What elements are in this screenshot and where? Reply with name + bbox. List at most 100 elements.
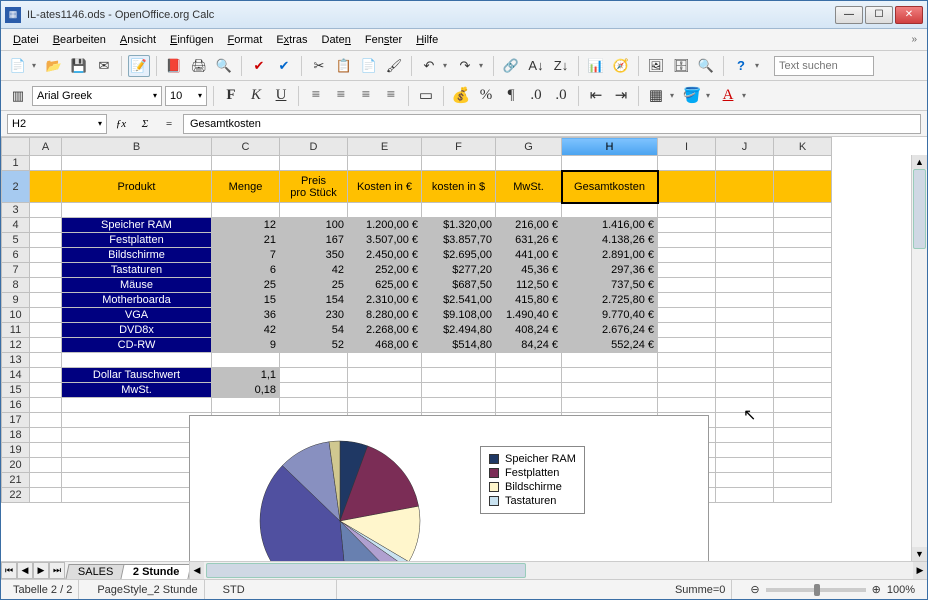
cell-G3[interactable]: [496, 203, 562, 218]
cell-B4[interactable]: Speicher RAM: [62, 218, 212, 233]
cell-H1[interactable]: [562, 156, 658, 171]
zoom-icon[interactable]: 🔍: [695, 55, 717, 77]
font-size-select[interactable]: 10▾: [165, 86, 207, 106]
menu-einfuegen[interactable]: Einfügen: [164, 32, 219, 48]
cell-F13[interactable]: [422, 353, 496, 368]
cell-D8[interactable]: 25: [280, 278, 348, 293]
cell-H9[interactable]: 2.725,80 €: [562, 293, 658, 308]
italic-button[interactable]: K: [245, 85, 267, 107]
cell-G7[interactable]: 45,36 €: [496, 263, 562, 278]
fontcolor-dropdown[interactable]: ▾: [742, 91, 750, 100]
cell-G10[interactable]: 1.490,40 €: [496, 308, 562, 323]
cell-A1[interactable]: [30, 156, 62, 171]
vscroll-thumb[interactable]: [913, 169, 926, 249]
row-header-17[interactable]: 17: [2, 413, 30, 428]
cell-I1[interactable]: [658, 156, 716, 171]
merge-cells-icon[interactable]: ▭: [415, 85, 437, 107]
number-std-icon[interactable]: ¶: [500, 85, 522, 107]
cell-K19[interactable]: [774, 443, 832, 458]
cell-K22[interactable]: [774, 488, 832, 503]
cell-J13[interactable]: [716, 353, 774, 368]
cell-B12[interactable]: CD-RW: [62, 338, 212, 353]
add-decimal-icon[interactable]: .0: [525, 85, 547, 107]
row-header-2[interactable]: 2: [2, 171, 30, 203]
cell-J19[interactable]: [716, 443, 774, 458]
col-header-B[interactable]: B: [62, 138, 212, 156]
menu-extras[interactable]: Extras: [270, 32, 313, 48]
row-header-18[interactable]: 18: [2, 428, 30, 443]
save-icon[interactable]: 💾: [68, 55, 90, 77]
help-dropdown[interactable]: ▾: [755, 61, 763, 70]
col-header-E[interactable]: E: [348, 138, 422, 156]
cell-G8[interactable]: 112,50 €: [496, 278, 562, 293]
chart-icon[interactable]: 📊: [585, 55, 607, 77]
cell-E4[interactable]: 1.200,00 €: [348, 218, 422, 233]
cell-C15[interactable]: 0,18: [212, 383, 280, 398]
cell-H16[interactable]: [562, 398, 658, 413]
new-dropdown[interactable]: ▾: [32, 61, 40, 70]
cell-H10[interactable]: 9.770,40 €: [562, 308, 658, 323]
cell-A20[interactable]: [30, 458, 62, 473]
tab-first-icon[interactable]: ⏮: [1, 562, 17, 579]
undo-icon[interactable]: ↶: [418, 55, 440, 77]
status-mode[interactable]: STD: [217, 580, 337, 599]
menu-daten[interactable]: Daten: [316, 32, 357, 48]
navigator-icon[interactable]: 🧭: [610, 55, 632, 77]
cell-H8[interactable]: 737,50 €: [562, 278, 658, 293]
header-cell-F[interactable]: kosten in $: [422, 171, 496, 203]
decrease-indent-icon[interactable]: ⇤: [585, 85, 607, 107]
cell-F16[interactable]: [422, 398, 496, 413]
cell-E5[interactable]: 3.507,00 €: [348, 233, 422, 248]
cell-B11[interactable]: DVD8x: [62, 323, 212, 338]
copy-icon[interactable]: 📋: [333, 55, 355, 77]
sheet-tab-sales[interactable]: SALES: [65, 564, 126, 579]
cell-I16[interactable]: [658, 398, 716, 413]
gallery-icon[interactable]: 🖼: [645, 55, 667, 77]
sort-desc-icon[interactable]: Z↓: [550, 55, 572, 77]
remove-decimal-icon[interactable]: .0: [550, 85, 572, 107]
cell-J1[interactable]: [716, 156, 774, 171]
cell-F12[interactable]: $514,80: [422, 338, 496, 353]
cell-C12[interactable]: 9: [212, 338, 280, 353]
bgcolor-dropdown[interactable]: ▾: [706, 91, 714, 100]
cell-J21[interactable]: [716, 473, 774, 488]
cell-D11[interactable]: 54: [280, 323, 348, 338]
cell-C6[interactable]: 7: [212, 248, 280, 263]
currency-icon[interactable]: 💰: [450, 85, 472, 107]
cell-H5[interactable]: 4.138,26 €: [562, 233, 658, 248]
row-header-8[interactable]: 8: [2, 278, 30, 293]
styles-icon[interactable]: ▥: [7, 85, 29, 107]
cell-H12[interactable]: 552,24 €: [562, 338, 658, 353]
cell-G12[interactable]: 84,24 €: [496, 338, 562, 353]
cell-D9[interactable]: 154: [280, 293, 348, 308]
cell-A3[interactable]: [30, 203, 62, 218]
cell-K13[interactable]: [774, 353, 832, 368]
borders-dropdown[interactable]: ▾: [670, 91, 678, 100]
cell-C7[interactable]: 6: [212, 263, 280, 278]
cell-E12[interactable]: 468,00 €: [348, 338, 422, 353]
scroll-right-icon[interactable]: ▶: [913, 562, 927, 579]
col-header-H[interactable]: H: [562, 138, 658, 156]
cell-B15[interactable]: MwSt.: [62, 383, 212, 398]
col-header-J[interactable]: J: [716, 138, 774, 156]
row-header-3[interactable]: 3: [2, 203, 30, 218]
cell-C5[interactable]: 21: [212, 233, 280, 248]
cell-E16[interactable]: [348, 398, 422, 413]
fontcolor-icon[interactable]: A: [717, 85, 739, 107]
cell-G5[interactable]: 631,26 €: [496, 233, 562, 248]
row-header-12[interactable]: 12: [2, 338, 30, 353]
maximize-button[interactable]: ☐: [865, 6, 893, 24]
datasources-icon[interactable]: 🗄: [670, 55, 692, 77]
cell-J17[interactable]: [716, 413, 774, 428]
col-header-D[interactable]: D: [280, 138, 348, 156]
open-icon[interactable]: 📂: [43, 55, 65, 77]
cell-C8[interactable]: 25: [212, 278, 280, 293]
cell-A16[interactable]: [30, 398, 62, 413]
cell-A22[interactable]: [30, 488, 62, 503]
help-icon[interactable]: ?: [730, 55, 752, 77]
borders-icon[interactable]: ▦: [645, 85, 667, 107]
row-header-9[interactable]: 9: [2, 293, 30, 308]
cell-C9[interactable]: 15: [212, 293, 280, 308]
cell-C3[interactable]: [212, 203, 280, 218]
cell-E9[interactable]: 2.310,00 €: [348, 293, 422, 308]
